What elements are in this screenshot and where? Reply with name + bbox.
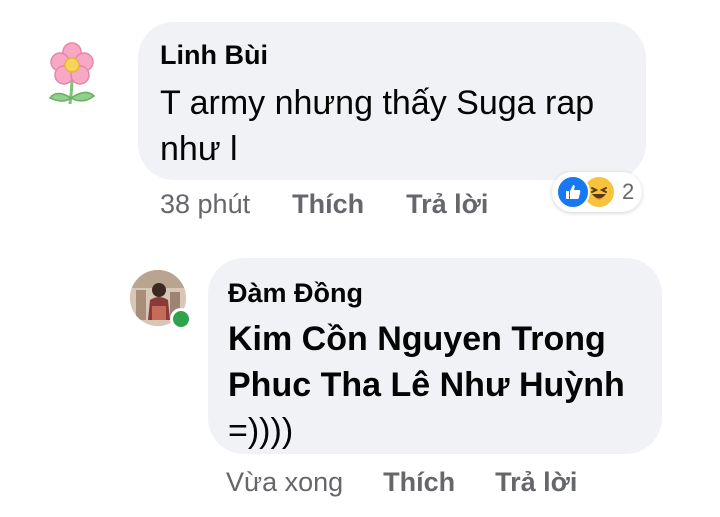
- like-button[interactable]: Thích: [383, 467, 455, 498]
- reaction-count: 2: [622, 179, 635, 204]
- comment-actions: 38 phút Thích Trả lời: [160, 186, 488, 222]
- comment-text-bold: Kim Cồn Nguyen Trong Phuc Tha Lê Như Huỳ…: [228, 320, 625, 404]
- online-status-dot: [170, 308, 192, 330]
- reply-button[interactable]: Trả lời: [495, 467, 577, 498]
- reply-button[interactable]: Trả lời: [406, 189, 488, 220]
- comment-author[interactable]: Đàm Đồng: [228, 278, 363, 309]
- reaction-summary[interactable]: 2: [552, 172, 643, 212]
- comment-timestamp[interactable]: Vừa xong: [226, 467, 343, 498]
- flower-icon: [48, 42, 96, 105]
- comment-thread: Linh Bùi T army nhưng thấy Suga rap như …: [0, 0, 720, 517]
- like-icon: [556, 175, 590, 209]
- flower-avatar[interactable]: [44, 40, 100, 110]
- like-button[interactable]: Thích: [292, 189, 364, 220]
- comment-text-tail: =)))): [228, 412, 294, 450]
- comment-author[interactable]: Linh Bùi: [160, 40, 268, 71]
- comment-timestamp[interactable]: 38 phút: [160, 189, 250, 220]
- comment-actions: Vừa xong Thích Trả lời: [226, 464, 577, 500]
- comment-text: Kim Cồn Nguyen Trong Phuc Tha Lê Như Huỳ…: [228, 316, 648, 454]
- comment-text: T army nhưng thấy Suga rap như l: [160, 84, 595, 168]
